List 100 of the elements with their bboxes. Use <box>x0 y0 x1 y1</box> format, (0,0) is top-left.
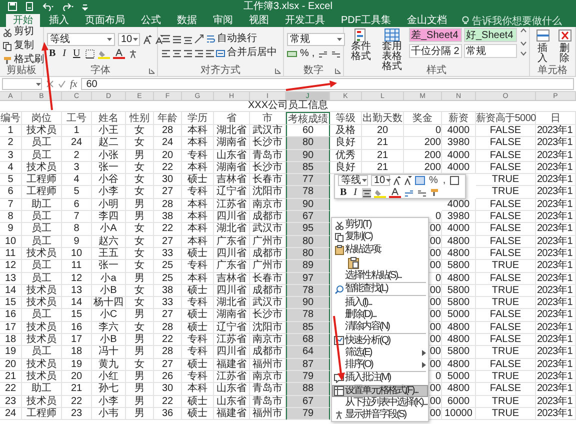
ribbon-tab[interactable]: 金山文档 <box>400 14 454 27</box>
dialog-launcher-icon[interactable] <box>275 68 281 74</box>
formula-field[interactable]: 60 <box>81 78 574 90</box>
text-style-button[interactable]: I <box>60 48 68 60</box>
cell-command-button[interactable]: 插入 <box>533 28 552 64</box>
percent-button[interactable]: % <box>428 175 439 186</box>
font-select[interactable]: 等线 <box>338 175 368 186</box>
dialog-launcher-icon[interactable] <box>335 68 341 74</box>
menu-item[interactable]: 选择性粘贴(S)... <box>332 270 428 282</box>
save-icon[interactable] <box>8 2 17 11</box>
cancel-icon[interactable] <box>46 80 54 88</box>
border-icon[interactable] <box>450 176 459 185</box>
increase-decimal-icon[interactable] <box>318 48 328 58</box>
align-center-icon[interactable] <box>362 188 372 198</box>
indent-decrease-icon[interactable] <box>194 48 203 58</box>
menu-item[interactable]: 插入(I)... <box>332 296 428 309</box>
brush-icon[interactable] <box>3 56 12 64</box>
copy-icon[interactable] <box>3 42 12 50</box>
decrease-decimal-icon[interactable] <box>417 188 428 198</box>
align-bottom-icon[interactable] <box>183 34 192 44</box>
ribbon-tab[interactable]: 开始 <box>6 14 40 27</box>
increase-decimal-icon[interactable] <box>404 188 414 198</box>
font-shrink-icon[interactable] <box>155 34 164 44</box>
number-style-button[interactable]: % <box>300 48 309 60</box>
style-command-button[interactable]: 条件格式 <box>347 28 375 62</box>
align-right-icon[interactable] <box>183 48 192 58</box>
menu-item[interactable]: 粘贴选项: <box>332 244 428 256</box>
text-style-button[interactable]: B <box>338 187 349 198</box>
menu-item[interactable]: 剪切(T) <box>332 219 428 232</box>
insert-function-button[interactable]: fx <box>70 78 78 90</box>
cell-style[interactable]: 常规 <box>464 44 517 58</box>
scissors-icon[interactable] <box>3 28 12 36</box>
menu-item[interactable]: 智能查找(L) <box>332 283 428 296</box>
menu-item[interactable]: 清除内容(N) <box>332 321 428 334</box>
table-cell: TRUE <box>476 297 536 310</box>
ribbon-tab[interactable]: PDF工具集 <box>334 14 398 27</box>
font-size-select[interactable]: 10 <box>371 175 390 186</box>
search-field[interactable]: 告诉我你想要做什么 <box>462 14 562 27</box>
orientation-icon[interactable] <box>194 34 204 44</box>
ribbon-tab[interactable]: 审阅 <box>206 14 240 27</box>
number-format-select[interactable]: 常规 <box>287 32 345 46</box>
font-select[interactable]: 等线 <box>47 32 115 46</box>
style-command-button[interactable]: 套用表格格式 <box>378 28 406 72</box>
number-style-button[interactable]: , <box>312 48 315 60</box>
wrap-text-button[interactable]: 自动换行 <box>206 33 257 45</box>
ribbon-tab[interactable]: 插入 <box>42 14 76 27</box>
font-size-select[interactable]: 10 <box>118 32 140 46</box>
text-style-button[interactable]: U <box>71 48 82 60</box>
menu-item[interactable]: 复制(C) <box>332 231 428 244</box>
clipboard-button[interactable]: 复制 <box>3 40 40 52</box>
menu-item[interactable]: 快速分析(Q) <box>332 334 428 347</box>
menu-item[interactable]: 删除(D)... <box>332 308 428 322</box>
redo-icon[interactable] <box>62 2 74 11</box>
cell-style[interactable]: 千位分隔 2 <box>409 44 462 58</box>
align-center-icon[interactable] <box>172 48 181 58</box>
font-shrink-icon[interactable] <box>404 176 412 185</box>
align-middle-icon[interactable] <box>172 34 181 44</box>
ribbon-tab[interactable]: 页面布局 <box>78 14 132 27</box>
paste-icon[interactable] <box>348 256 359 269</box>
table-cell: 技术员 <box>22 396 62 408</box>
menu-item[interactable]: 插入批注(M) <box>332 372 428 385</box>
merge-center-button[interactable]: 合并后居中 <box>216 47 277 59</box>
menu-item[interactable]: 筛选(E) <box>332 346 428 359</box>
dialog-launcher-icon[interactable] <box>149 68 155 74</box>
font-color-icon[interactable] <box>389 188 402 198</box>
align-top-icon[interactable] <box>161 34 170 44</box>
font-grow-icon[interactable] <box>393 176 401 185</box>
font-color-icon[interactable] <box>113 48 126 58</box>
indent-increase-icon[interactable] <box>205 48 214 58</box>
gallery-scroll-icon[interactable] <box>520 28 527 58</box>
phonetic-icon[interactable] <box>128 48 138 58</box>
cell-style-icon[interactable] <box>415 176 425 185</box>
currency-icon[interactable] <box>287 48 297 58</box>
customize-toolbar-icon[interactable] <box>82 2 88 11</box>
fill-color-icon[interactable] <box>374 188 386 198</box>
font-grow-icon[interactable] <box>143 34 152 44</box>
ribbon-tab[interactable]: 视图 <box>242 14 276 27</box>
menu-item[interactable]: 显示拼音字段(S) <box>332 409 428 422</box>
clipboard-button[interactable]: 剪切 <box>3 26 40 38</box>
ribbon-tab[interactable]: 数据 <box>170 14 204 27</box>
brush-icon[interactable] <box>430 188 440 197</box>
text-style-button[interactable]: I <box>352 187 360 198</box>
cell-style[interactable]: 差_Sheet4 <box>409 28 462 42</box>
menu-item[interactable]: 排序(O) <box>332 358 428 372</box>
align-left-icon[interactable] <box>161 48 170 58</box>
ribbon-tab[interactable]: 公式 <box>134 14 168 27</box>
cell-style[interactable]: 好_Sheet4 <box>464 28 517 42</box>
cell-command-button[interactable]: 删除 <box>555 28 574 64</box>
text-style-button[interactable]: B <box>47 48 58 60</box>
table-cell: 3980 <box>442 137 476 150</box>
ribbon-tab[interactable]: 开发工具 <box>278 14 332 27</box>
decrease-decimal-icon[interactable] <box>330 48 341 58</box>
undo-icon[interactable] <box>42 2 54 11</box>
comma-button[interactable]: , <box>442 175 447 186</box>
fill-color-icon[interactable] <box>98 48 110 58</box>
enter-icon[interactable] <box>58 80 66 88</box>
touch-mode-icon[interactable] <box>25 2 34 11</box>
border-icon[interactable] <box>85 48 96 58</box>
menu-item[interactable]: 从下拉列表中选择(K)... <box>332 396 428 410</box>
table-cell: 2023年1 <box>536 236 576 248</box>
